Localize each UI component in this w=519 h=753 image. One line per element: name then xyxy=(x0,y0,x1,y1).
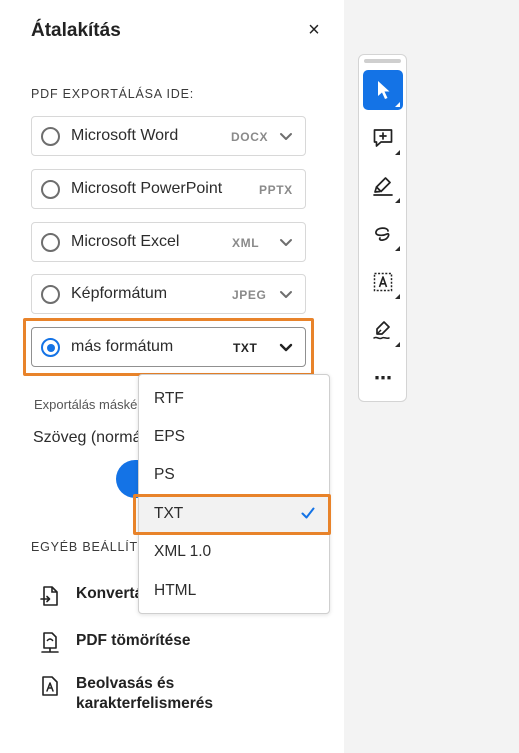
dropdown-option-html[interactable]: HTML xyxy=(139,572,329,610)
radio-word[interactable] xyxy=(41,127,60,146)
chevron-down-icon[interactable] xyxy=(277,127,295,145)
panel-title: Átalakítás xyxy=(31,20,121,41)
text-tool-button[interactable] xyxy=(363,262,403,302)
quick-tools-toolbar: ⋯ xyxy=(358,54,407,402)
dropdown-option-txt[interactable]: TXT xyxy=(139,495,329,533)
format-label: Microsoft PowerPoint xyxy=(71,180,223,197)
sign-tool-button[interactable] xyxy=(363,310,403,350)
format-ext: JPEG xyxy=(232,288,267,302)
format-ext: PPTX xyxy=(259,183,293,197)
format-dropdown-menu: RTF EPS PS TXT XML 1.0 HTML xyxy=(138,374,330,614)
format-option-powerpoint[interactable]: Microsoft PowerPoint PPTX xyxy=(31,169,306,209)
tool-convert[interactable]: Konvertá xyxy=(38,584,143,608)
convert-pdf-icon xyxy=(40,586,58,606)
chevron-down-icon[interactable] xyxy=(277,338,295,356)
more-tools-button[interactable]: ⋯ xyxy=(363,358,403,398)
text-mode-select[interactable]: Szöveg (normá xyxy=(33,429,143,447)
highlight-tool-button[interactable] xyxy=(363,166,403,206)
dropdown-option-eps[interactable]: EPS xyxy=(139,418,329,456)
corner-indicator xyxy=(395,198,400,203)
select-cursor-icon xyxy=(378,81,390,99)
format-label: más formátum xyxy=(71,338,174,355)
format-option-excel[interactable]: Microsoft Excel XML xyxy=(31,222,306,262)
radio-other[interactable] xyxy=(41,338,60,357)
tool-label-line1: Beolvasás és xyxy=(76,675,175,692)
corner-indicator xyxy=(395,102,400,107)
format-label: Képformátum xyxy=(71,285,168,302)
more-icon: ⋯ xyxy=(374,367,392,388)
draw-tool-button[interactable] xyxy=(363,214,403,254)
scan-ocr-icon xyxy=(42,676,58,696)
format-ext: DOCX xyxy=(231,130,269,144)
compress-pdf-icon xyxy=(41,632,59,653)
text-box-icon xyxy=(373,272,393,292)
checkmark-icon xyxy=(301,507,315,519)
corner-indicator xyxy=(395,150,400,155)
dropdown-option-rtf[interactable]: RTF xyxy=(139,380,329,418)
tool-label: PDF tömörítése xyxy=(76,632,191,649)
export-section-label: PDF EXPORTÁLÁSA IDE: xyxy=(31,87,195,101)
chevron-down-icon[interactable] xyxy=(277,285,295,303)
select-tool-button[interactable] xyxy=(363,70,403,110)
dropdown-option-label: TXT xyxy=(154,505,184,522)
format-option-word[interactable]: Microsoft Word DOCX xyxy=(31,116,306,156)
format-ext: TXT xyxy=(233,341,258,355)
highlight-pen-icon xyxy=(373,177,393,196)
format-label: Microsoft Excel xyxy=(71,233,180,250)
tool-compress[interactable]: PDF tömörítése xyxy=(38,631,191,655)
radio-excel[interactable] xyxy=(41,233,60,252)
export-note: Exportálás máské xyxy=(34,397,138,412)
dropdown-option-xml[interactable]: XML 1.0 xyxy=(139,533,329,571)
dropdown-option-ps[interactable]: PS xyxy=(139,456,329,494)
chevron-down-icon[interactable] xyxy=(277,233,295,251)
tool-label-line2: karakterfelismerés xyxy=(76,695,214,712)
format-option-other[interactable]: más formátum TXT xyxy=(31,327,306,367)
other-section-label: EGYÉB BEÁLLÍTÁS xyxy=(31,540,141,554)
comment-tool-button[interactable] xyxy=(363,118,403,158)
radio-powerpoint[interactable] xyxy=(41,180,60,199)
toolbar-grip[interactable] xyxy=(364,59,401,63)
tool-scan-ocr[interactable]: Beolvasás és karakterfelismerés xyxy=(38,674,213,714)
radio-image[interactable] xyxy=(41,285,60,304)
format-label: Microsoft Word xyxy=(71,127,179,144)
format-option-image[interactable]: Képformátum JPEG xyxy=(31,274,306,314)
draw-freehand-icon xyxy=(375,227,390,241)
sign-icon xyxy=(373,321,390,340)
tool-label: Konvertá xyxy=(76,585,144,602)
corner-indicator xyxy=(395,342,400,347)
close-icon[interactable]: × xyxy=(302,18,326,42)
format-ext: XML xyxy=(232,236,260,250)
corner-indicator xyxy=(395,246,400,251)
corner-indicator xyxy=(395,294,400,299)
add-comment-icon xyxy=(373,129,393,147)
